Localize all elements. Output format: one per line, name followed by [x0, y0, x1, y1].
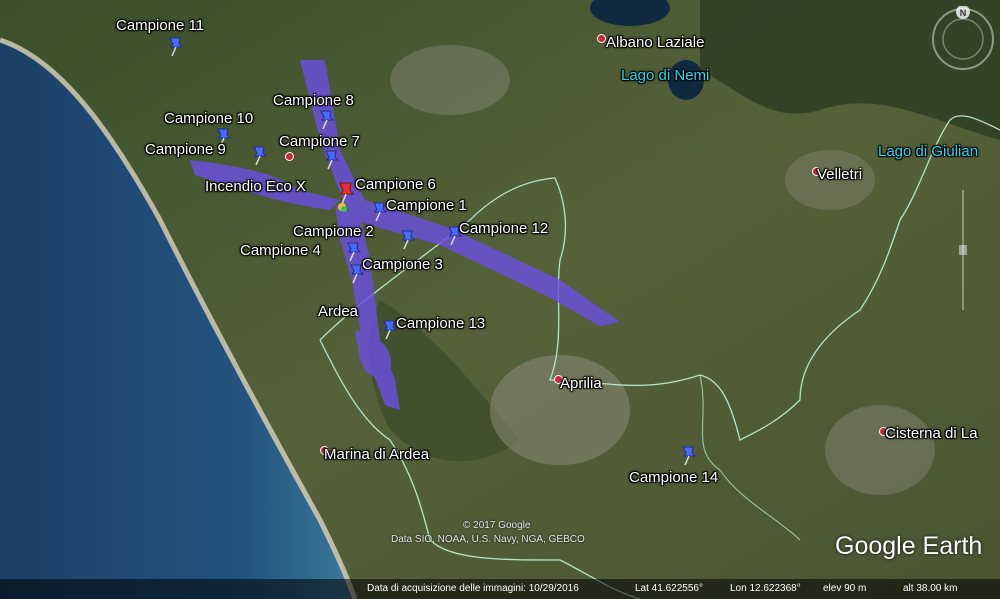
pin-label-campione-3[interactable]: Campione 3 — [362, 256, 443, 273]
pushpin-icon[interactable] — [251, 144, 269, 166]
fire-label[interactable]: Incendio Eco X — [205, 178, 306, 195]
pin-label-campione-9[interactable]: Campione 9 — [145, 141, 226, 158]
north-label: N — [960, 8, 967, 18]
latitude-readout: Lat 41.622556° — [635, 583, 703, 594]
pushpin-icon[interactable] — [345, 240, 363, 262]
pin-label-campione-2[interactable]: Campione 2 — [293, 223, 374, 240]
pin-label-campione-14[interactable]: Campione 14 — [629, 469, 718, 486]
data-sources-text: Data SIO, NOAA, U.S. Navy, NGA, GEBCO — [391, 534, 585, 545]
copyright-text: © 2017 Google — [463, 520, 531, 531]
pin-label-campione-4[interactable]: Campione 4 — [240, 242, 321, 259]
longitude-readout: Lon 12.622368° — [730, 583, 801, 594]
pushpin-icon[interactable] — [318, 108, 336, 130]
map-view[interactable]: N Albano Laziale Velletri Ardea Aprilia … — [0, 0, 1000, 599]
city-marker-albano[interactable] — [597, 34, 606, 43]
google-earth-logo: Google Earth — [835, 532, 983, 560]
place-label-aprilia[interactable]: Aprilia — [560, 375, 602, 392]
zoom-slider[interactable] — [958, 190, 968, 310]
pushpin-icon[interactable] — [399, 228, 417, 250]
pin-label-campione-13[interactable]: Campione 13 — [396, 315, 485, 332]
compass-icon[interactable]: N — [930, 6, 996, 72]
pushpin-icon[interactable] — [167, 35, 185, 57]
pin-label-campione-1[interactable]: Campione 1 — [386, 197, 467, 214]
acquisition-date: Data di acquisizione delle immagini: 10/… — [367, 583, 579, 594]
fire-marker-icon[interactable] — [336, 180, 356, 214]
place-label-marina-di-ardea[interactable]: Marina di Ardea — [324, 446, 429, 463]
place-label-velletri[interactable]: Velletri — [817, 166, 862, 183]
water-label-giuliano[interactable]: Lago di Giulian — [878, 143, 978, 160]
satellite-imagery — [0, 0, 1000, 599]
status-bar: Data di acquisizione delle immagini: 10/… — [0, 579, 1000, 599]
pin-label-campione-11[interactable]: Campione 11 — [116, 17, 204, 34]
pin-label-campione-8[interactable]: Campione 8 — [273, 92, 354, 109]
pin-label-campione-6[interactable]: Campione 6 — [355, 176, 436, 193]
water-label-nemi[interactable]: Lago di Nemi — [621, 67, 709, 84]
city-marker-incendio[interactable] — [285, 152, 294, 161]
pin-label-campione-12[interactable]: Campione 12 — [459, 220, 548, 237]
elevation-readout: elev 90 m — [823, 583, 867, 594]
altitude-readout: alt 38.00 km — [903, 583, 958, 594]
pushpin-icon[interactable] — [680, 444, 698, 466]
place-label-albano[interactable]: Albano Laziale — [606, 34, 704, 51]
pin-label-campione-10[interactable]: Campione 10 — [164, 110, 253, 127]
place-label-ardea[interactable]: Ardea — [318, 303, 358, 320]
pin-label-campione-7[interactable]: Campione 7 — [279, 133, 360, 150]
pushpin-icon[interactable] — [323, 148, 341, 170]
place-label-cisterna[interactable]: Cisterna di La — [885, 425, 978, 442]
